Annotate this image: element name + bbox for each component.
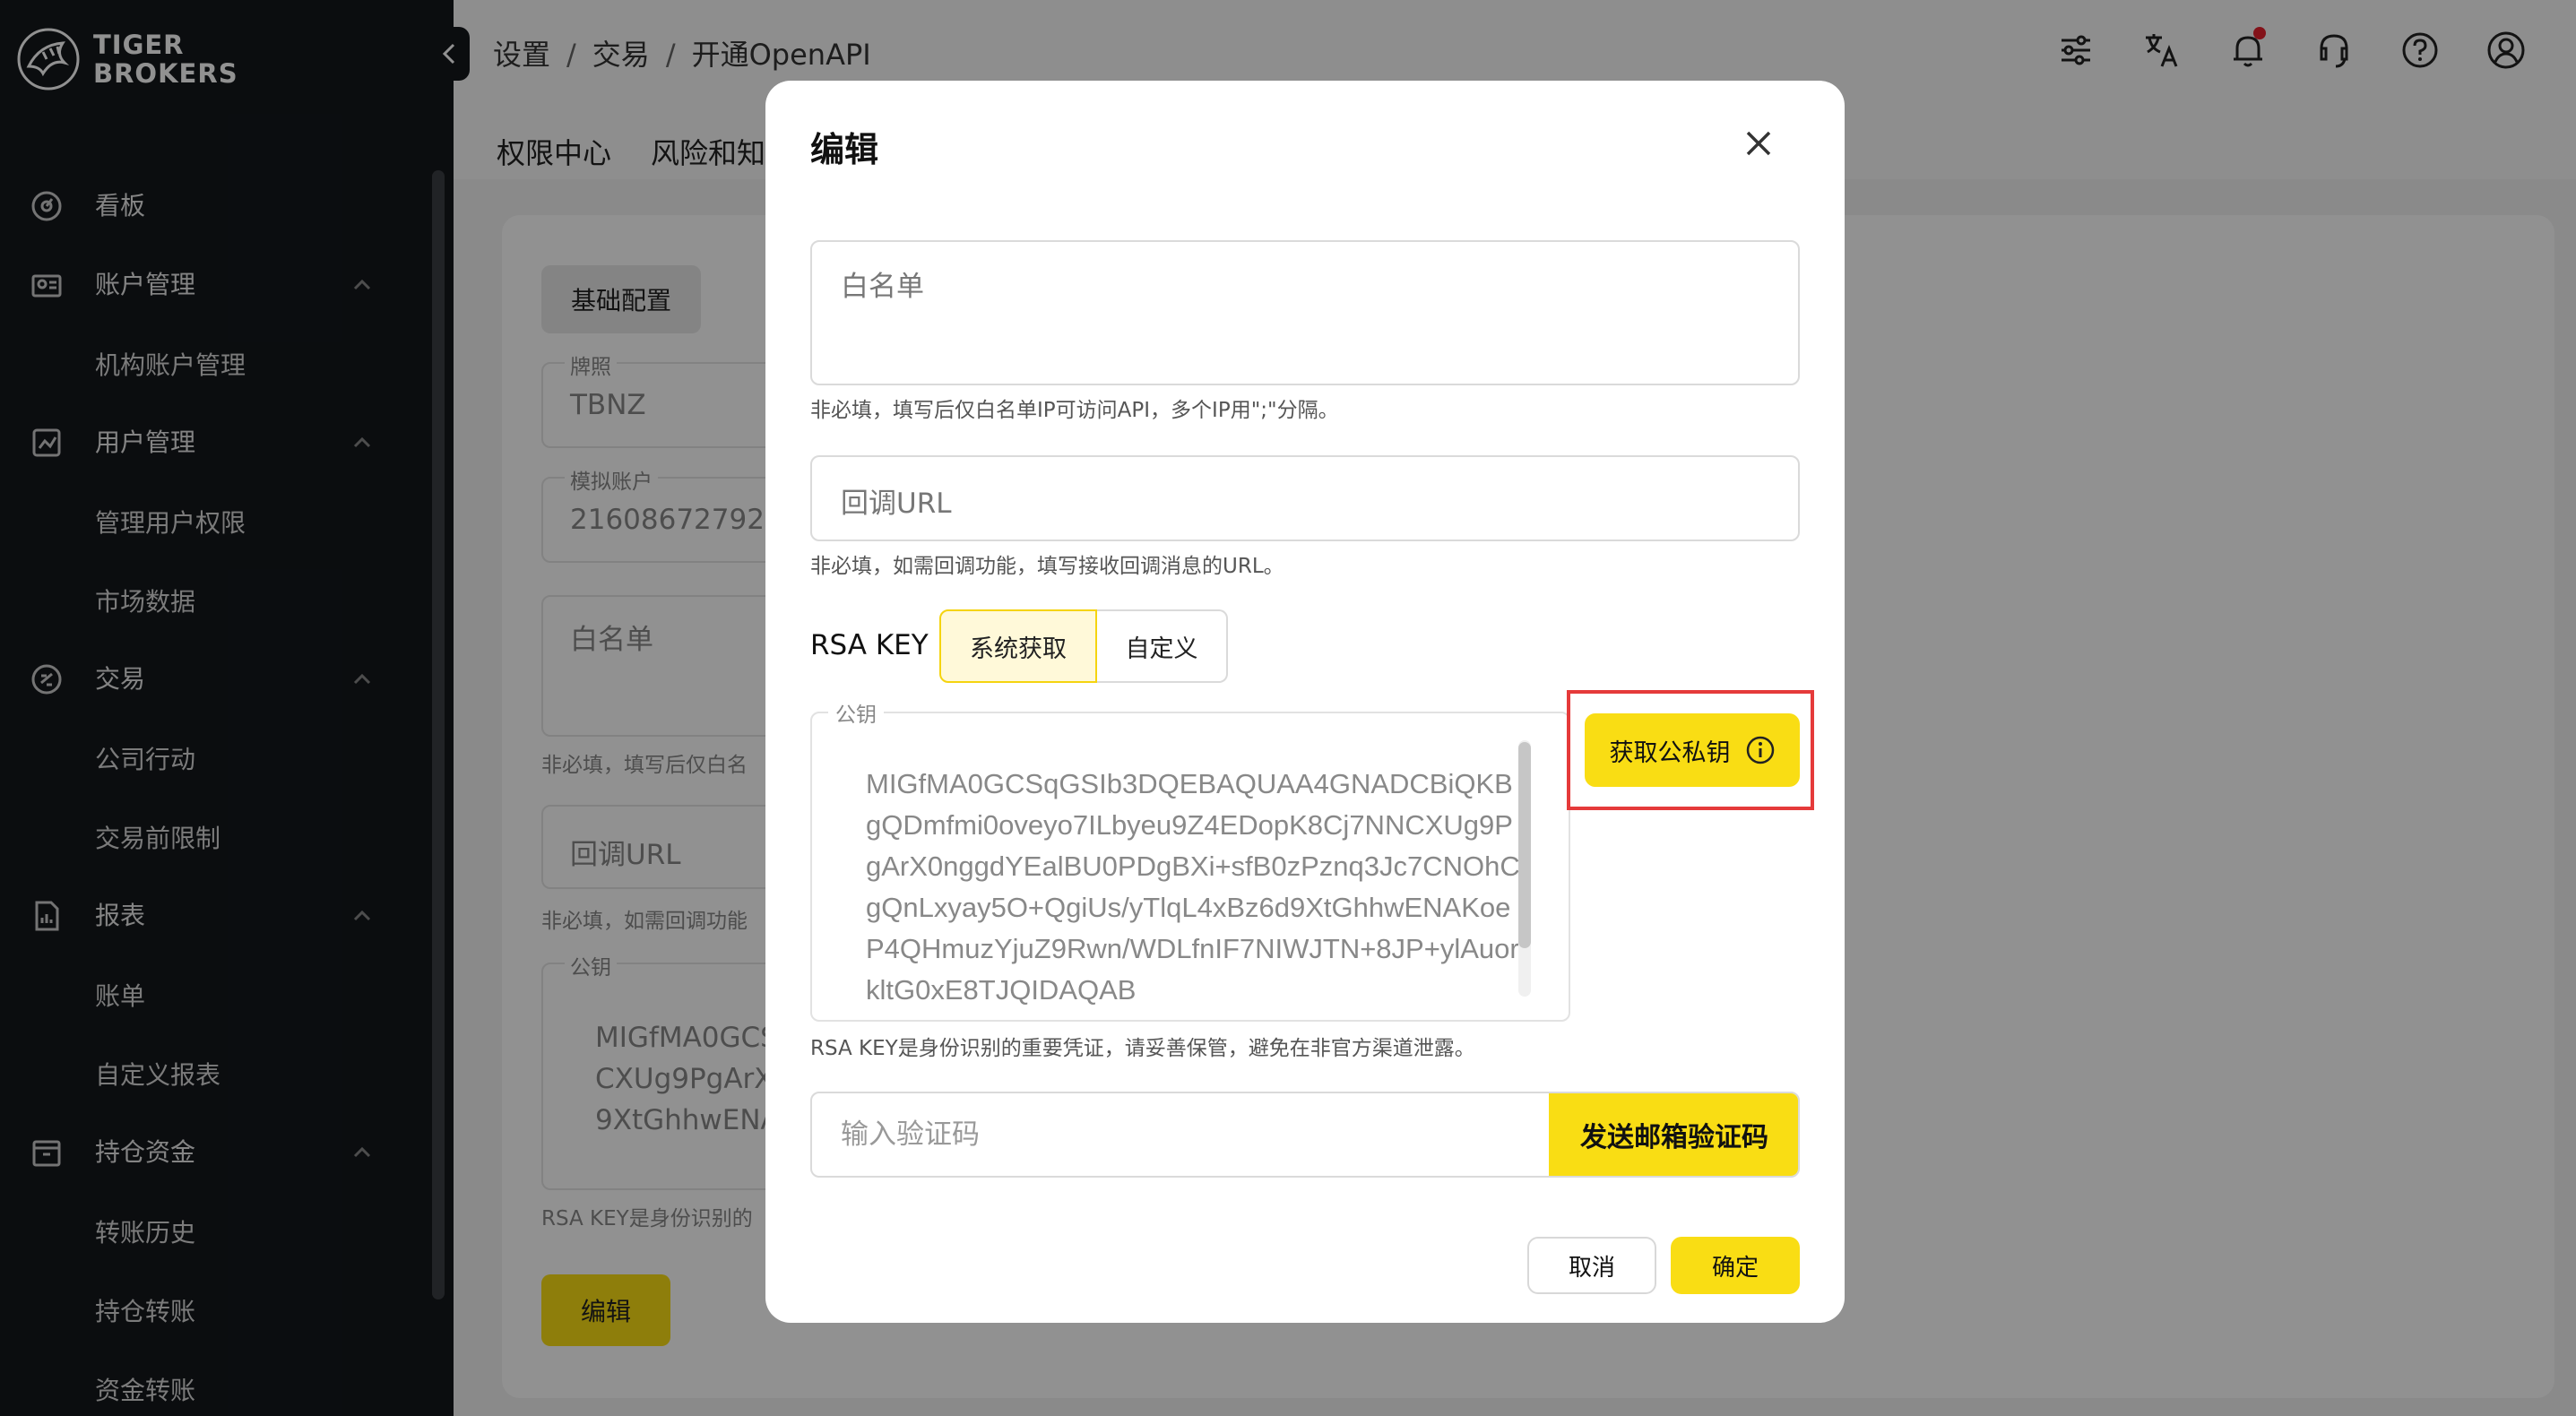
callback-url-input[interactable]: 回调URL — [810, 455, 1800, 541]
verify-code-row: 发送邮箱验证码 — [810, 1092, 1800, 1178]
verify-code-input[interactable] — [812, 1093, 1549, 1176]
close-icon — [1746, 131, 1771, 156]
public-key-field[interactable]: MIGfMA0GCSqGSIb3DQEBAQUAA4GNADCBiQKBgQDm… — [810, 712, 1570, 1022]
modal-title: 编辑 — [810, 130, 879, 169]
edit-modal: 编辑 白名单 非必填，填写后仅白名单IP可访问API，多个IP用";"分隔。 回… — [765, 81, 1845, 1323]
callback-url-placeholder: 回调URL — [841, 488, 952, 520]
rsa-option-system[interactable]: 系统获取 — [939, 609, 1097, 683]
confirm-button[interactable]: 确定 — [1671, 1237, 1800, 1294]
info-icon — [1746, 736, 1774, 764]
close-button[interactable] — [1742, 127, 1775, 160]
rsa-key-hint: RSA KEY是身份识别的重要凭证，请妥善保管，避免在非官方渠道泄露。 — [810, 1037, 1475, 1060]
cancel-button[interactable]: 取消 — [1527, 1237, 1656, 1294]
rsa-key-label: RSA KEY — [810, 629, 929, 661]
scrollbar-thumb[interactable] — [1518, 742, 1531, 948]
get-key-pair-button[interactable]: 获取公私钥 — [1585, 713, 1800, 787]
get-key-pair-label: 获取公私钥 — [1609, 738, 1731, 767]
whitelist-hint: 非必填，填写后仅白名单IP可访问API，多个IP用";"分隔。 — [810, 399, 1339, 422]
callback-url-hint: 非必填，如需回调功能，填写接收回调消息的URL。 — [810, 555, 1284, 578]
whitelist-placeholder: 白名单 — [841, 271, 924, 303]
public-key-value: MIGfMA0GCSqGSIb3DQEBAQUAA4GNADCBiQKBgQDm… — [866, 768, 1520, 1006]
public-key-scrollbar[interactable] — [1518, 740, 1531, 997]
public-key-label: 公钥 — [828, 697, 884, 728]
whitelist-input[interactable]: 白名单 — [810, 240, 1800, 385]
rsa-mode-toggle: 系统获取 自定义 — [939, 609, 1228, 683]
send-email-code-button[interactable]: 发送邮箱验证码 — [1549, 1093, 1798, 1176]
rsa-option-custom[interactable]: 自定义 — [1097, 609, 1228, 683]
